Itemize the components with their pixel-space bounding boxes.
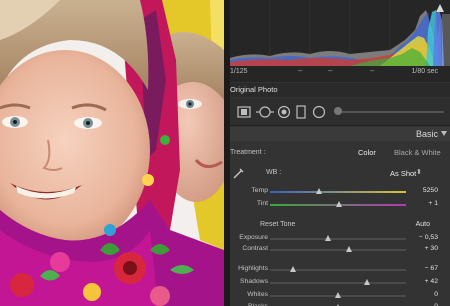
original-photo-label[interactable]: Original Photo [230, 83, 450, 97]
histogram: 1/125 – – – 1/80 sec [230, 0, 450, 82]
wb-label: WB : [266, 169, 282, 176]
reset-tone-button[interactable]: Reset Tone [260, 221, 295, 228]
slider-whites-value[interactable]: 0 [434, 291, 438, 298]
crop-overlay-icon[interactable] [236, 105, 252, 119]
slider-highlights-value[interactable]: − 67 [425, 265, 438, 272]
histogram-shutter-right: 1/80 sec [411, 68, 438, 75]
treatment-bw-button[interactable]: Black & White [394, 148, 441, 157]
auto-tone-button[interactable]: Auto [416, 221, 430, 228]
treatment-label: Treatment : [230, 149, 266, 156]
histogram-dash: – [298, 66, 303, 75]
slider-temp-track[interactable] [270, 191, 406, 193]
treatment-row: Treatment : Color Black & White [230, 145, 450, 161]
slider-contrast-label: Contrast [242, 245, 268, 252]
slider-contrast[interactable]: Contrast + 30 [230, 244, 450, 256]
slider-tint-value[interactable]: + 1 [428, 200, 438, 207]
slider-shadows-label: Shadows [240, 278, 268, 285]
graduated-filter-icon[interactable] [294, 105, 308, 119]
slider-shadows-value[interactable]: + 42 [425, 278, 438, 285]
slider-contrast-knob[interactable] [345, 246, 352, 252]
slider-highlights-knob[interactable] [290, 266, 297, 272]
slider-blacks[interactable]: Blacks0 [230, 302, 450, 306]
red-eye-icon[interactable] [276, 105, 292, 119]
slider-contrast-value[interactable]: + 30 [425, 245, 438, 252]
radial-filter-icon[interactable] [312, 105, 326, 119]
histogram-shutter-left: 1/125 [230, 68, 248, 75]
slider-temp-value[interactable]: 5250 [423, 187, 438, 194]
spot-removal-icon[interactable] [256, 105, 274, 119]
slider-highlights-label: Highlights [238, 265, 268, 272]
photo-image [0, 0, 224, 306]
photo-preview[interactable] [0, 0, 224, 306]
tone-row: Reset Tone Auto [230, 220, 450, 232]
histogram-dash: – [328, 66, 333, 75]
slider-temp[interactable]: Temp 5250 [230, 186, 450, 198]
wb-select[interactable]: As Shot [390, 169, 416, 178]
slider-shadows[interactable]: Shadows + 42 [230, 277, 450, 289]
slider-exposure-label: Exposure [239, 234, 268, 241]
slider-contrast-track[interactable] [270, 249, 406, 251]
slider-exposure-knob[interactable] [325, 235, 332, 241]
white-balance-row: WB : As Shot ⬍ [230, 166, 450, 180]
eyedropper-icon[interactable] [232, 166, 246, 180]
collapse-triangle-icon[interactable] [441, 131, 447, 136]
adjustment-brush-icon[interactable] [334, 107, 342, 115]
slider-tint[interactable]: Tint + 1 [230, 199, 450, 211]
adjustment-brush-track[interactable] [336, 111, 444, 113]
develop-panel: 1/125 – – – 1/80 sec Original Photo Basi [230, 0, 450, 306]
slider-whites-knob[interactable] [335, 292, 341, 298]
slider-shadows-track[interactable] [270, 282, 406, 284]
tool-strip [230, 98, 450, 126]
slider-whites-label: Whites [247, 291, 268, 298]
slider-exposure-track[interactable] [270, 238, 406, 240]
slider-shadows-knob[interactable] [363, 279, 370, 285]
slider-temp-label: Temp [251, 187, 268, 194]
slider-tint-knob[interactable] [336, 201, 343, 207]
treatment-color-button[interactable]: Color [358, 148, 376, 157]
slider-tint-label: Tint [256, 200, 268, 207]
histogram-dash: – [370, 66, 375, 75]
wb-dropdown-arrow-icon[interactable]: ⬍ [416, 168, 422, 176]
slider-highlights[interactable]: Highlights − 67 [230, 264, 450, 276]
slider-exposure-value[interactable]: − 0,53 [419, 234, 438, 241]
slider-temp-knob[interactable] [315, 188, 322, 194]
basic-section-title: Basic [415, 129, 438, 139]
basic-section-header[interactable]: Basic [230, 127, 450, 141]
slider-whites[interactable]: Whites 0 [230, 290, 450, 302]
